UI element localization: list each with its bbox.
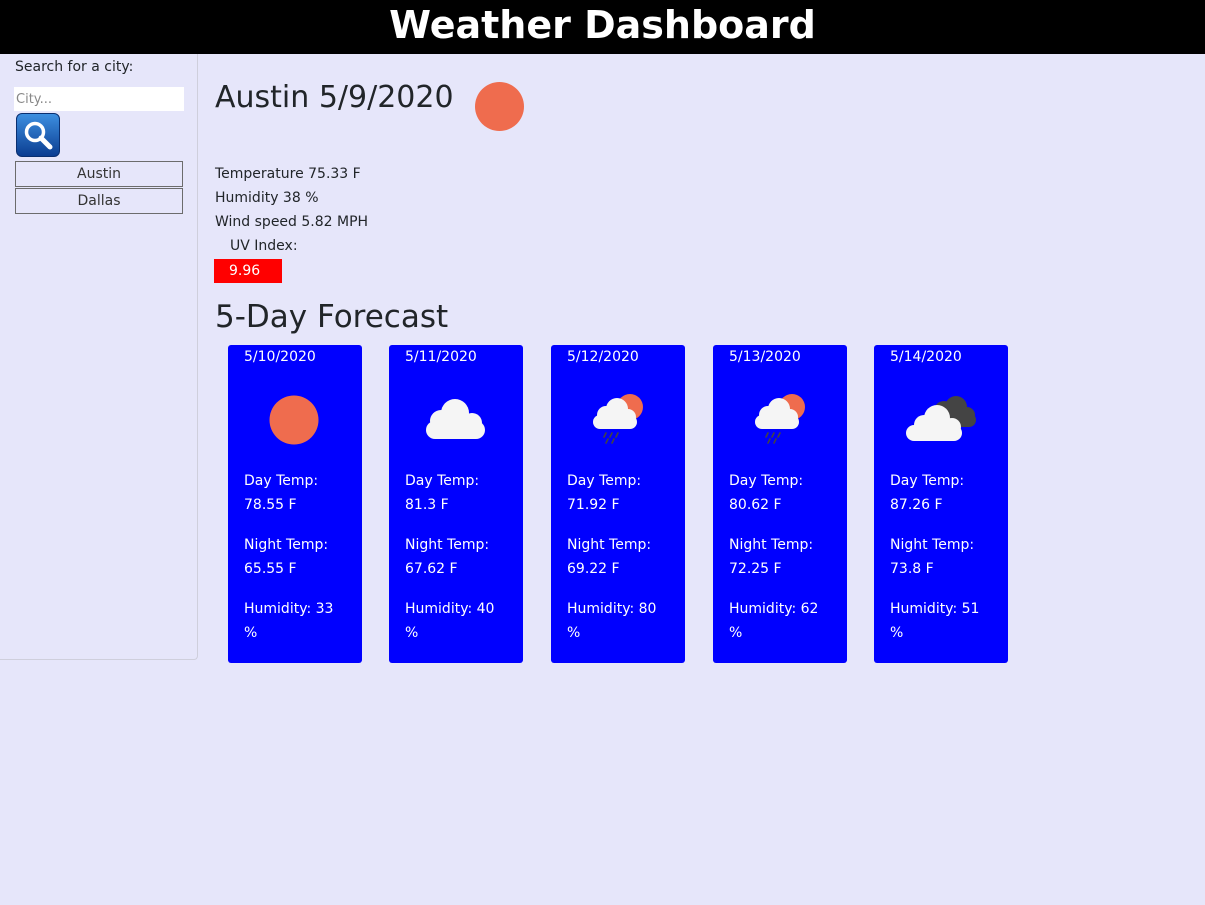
humidity-unit: % [244, 625, 258, 641]
search-button[interactable] [16, 113, 60, 157]
night-temp-label: Night Temp: [405, 537, 490, 553]
day-temp-label: Day Temp: [567, 473, 642, 489]
forecast-card: 5/11/2020 Day Temp: 81.3 F Night Temp: 6… [389, 345, 523, 663]
humidity-unit: % [729, 625, 743, 641]
forecast-date: 5/13/2020 [729, 349, 801, 365]
day-temp-label: Day Temp: [890, 473, 965, 489]
page-header: Weather Dashboard [0, 0, 1205, 54]
humidity-value: Humidity: 62 [729, 601, 819, 617]
forecast-date: 5/10/2020 [244, 349, 316, 365]
sun-icon [475, 82, 524, 131]
day-temp-value: 81.3 F [405, 497, 449, 513]
night-temp-value: 67.62 F [405, 561, 458, 577]
forecast-date: 5/11/2020 [405, 349, 477, 365]
night-temp-value: 69.22 F [567, 561, 620, 577]
humidity-value: Humidity: 80 [567, 601, 657, 617]
city-search-input[interactable] [14, 87, 184, 111]
uv-index-badge: 9.96 [214, 259, 282, 283]
night-temp-value: 73.8 F [890, 561, 934, 577]
humidity-value: Humidity: 40 [405, 601, 495, 617]
page-title: Weather Dashboard [389, 3, 816, 47]
current-humidity: Humidity 38 % [215, 190, 319, 206]
humidity-unit: % [567, 625, 581, 641]
night-temp-label: Night Temp: [567, 537, 652, 553]
humidity-value: Humidity: 33 [244, 601, 334, 617]
humidity-value: Humidity: 51 [890, 601, 980, 617]
forecast-date: 5/14/2020 [890, 349, 962, 365]
forecast-title: 5-Day Forecast [215, 299, 449, 335]
humidity-unit: % [890, 625, 904, 641]
day-temp-value: 78.55 F [244, 497, 297, 513]
sidebar: Search for a city: Austin Dallas [0, 54, 198, 660]
forecast-card: 5/13/2020 Day Temp: 80.62 F Night Temp: … [713, 345, 847, 663]
forecast-card: 5/12/2020 Day Temp: 71.92 F Night Temp: … [551, 345, 685, 663]
current-temperature: Temperature 75.33 F [215, 166, 361, 182]
forecast-card: 5/10/2020 Day Temp: 78.55 F Night Temp: … [228, 345, 362, 663]
clouds-icon [906, 396, 976, 441]
night-temp-value: 72.25 F [729, 561, 782, 577]
rain-sun-icon [755, 394, 805, 444]
history-city-austin[interactable]: Austin [15, 161, 183, 187]
cloud-icon [426, 399, 485, 439]
search-icon [24, 121, 53, 150]
night-temp-value: 65.55 F [244, 561, 297, 577]
humidity-unit: % [405, 625, 419, 641]
uv-index-label: UV Index: [230, 238, 298, 254]
night-temp-label: Night Temp: [729, 537, 814, 553]
search-label: Search for a city: [15, 59, 134, 75]
forecast-card: 5/14/2020 Day Temp: 87.26 F Night Temp: … [874, 345, 1008, 663]
day-temp-value: 80.62 F [729, 497, 782, 513]
rain-sun-icon [593, 394, 643, 444]
forecast-date: 5/12/2020 [567, 349, 639, 365]
current-wind-speed: Wind speed 5.82 MPH [215, 214, 369, 230]
sun-icon [269, 395, 319, 445]
history-city-dallas[interactable]: Dallas [15, 188, 183, 214]
night-temp-label: Night Temp: [244, 537, 329, 553]
day-temp-label: Day Temp: [405, 473, 480, 489]
day-temp-label: Day Temp: [729, 473, 804, 489]
day-temp-value: 87.26 F [890, 497, 943, 513]
day-temp-value: 71.92 F [567, 497, 620, 513]
current-city-title: Austin 5/9/2020 [215, 80, 454, 115]
night-temp-label: Night Temp: [890, 537, 975, 553]
day-temp-label: Day Temp: [244, 473, 319, 489]
